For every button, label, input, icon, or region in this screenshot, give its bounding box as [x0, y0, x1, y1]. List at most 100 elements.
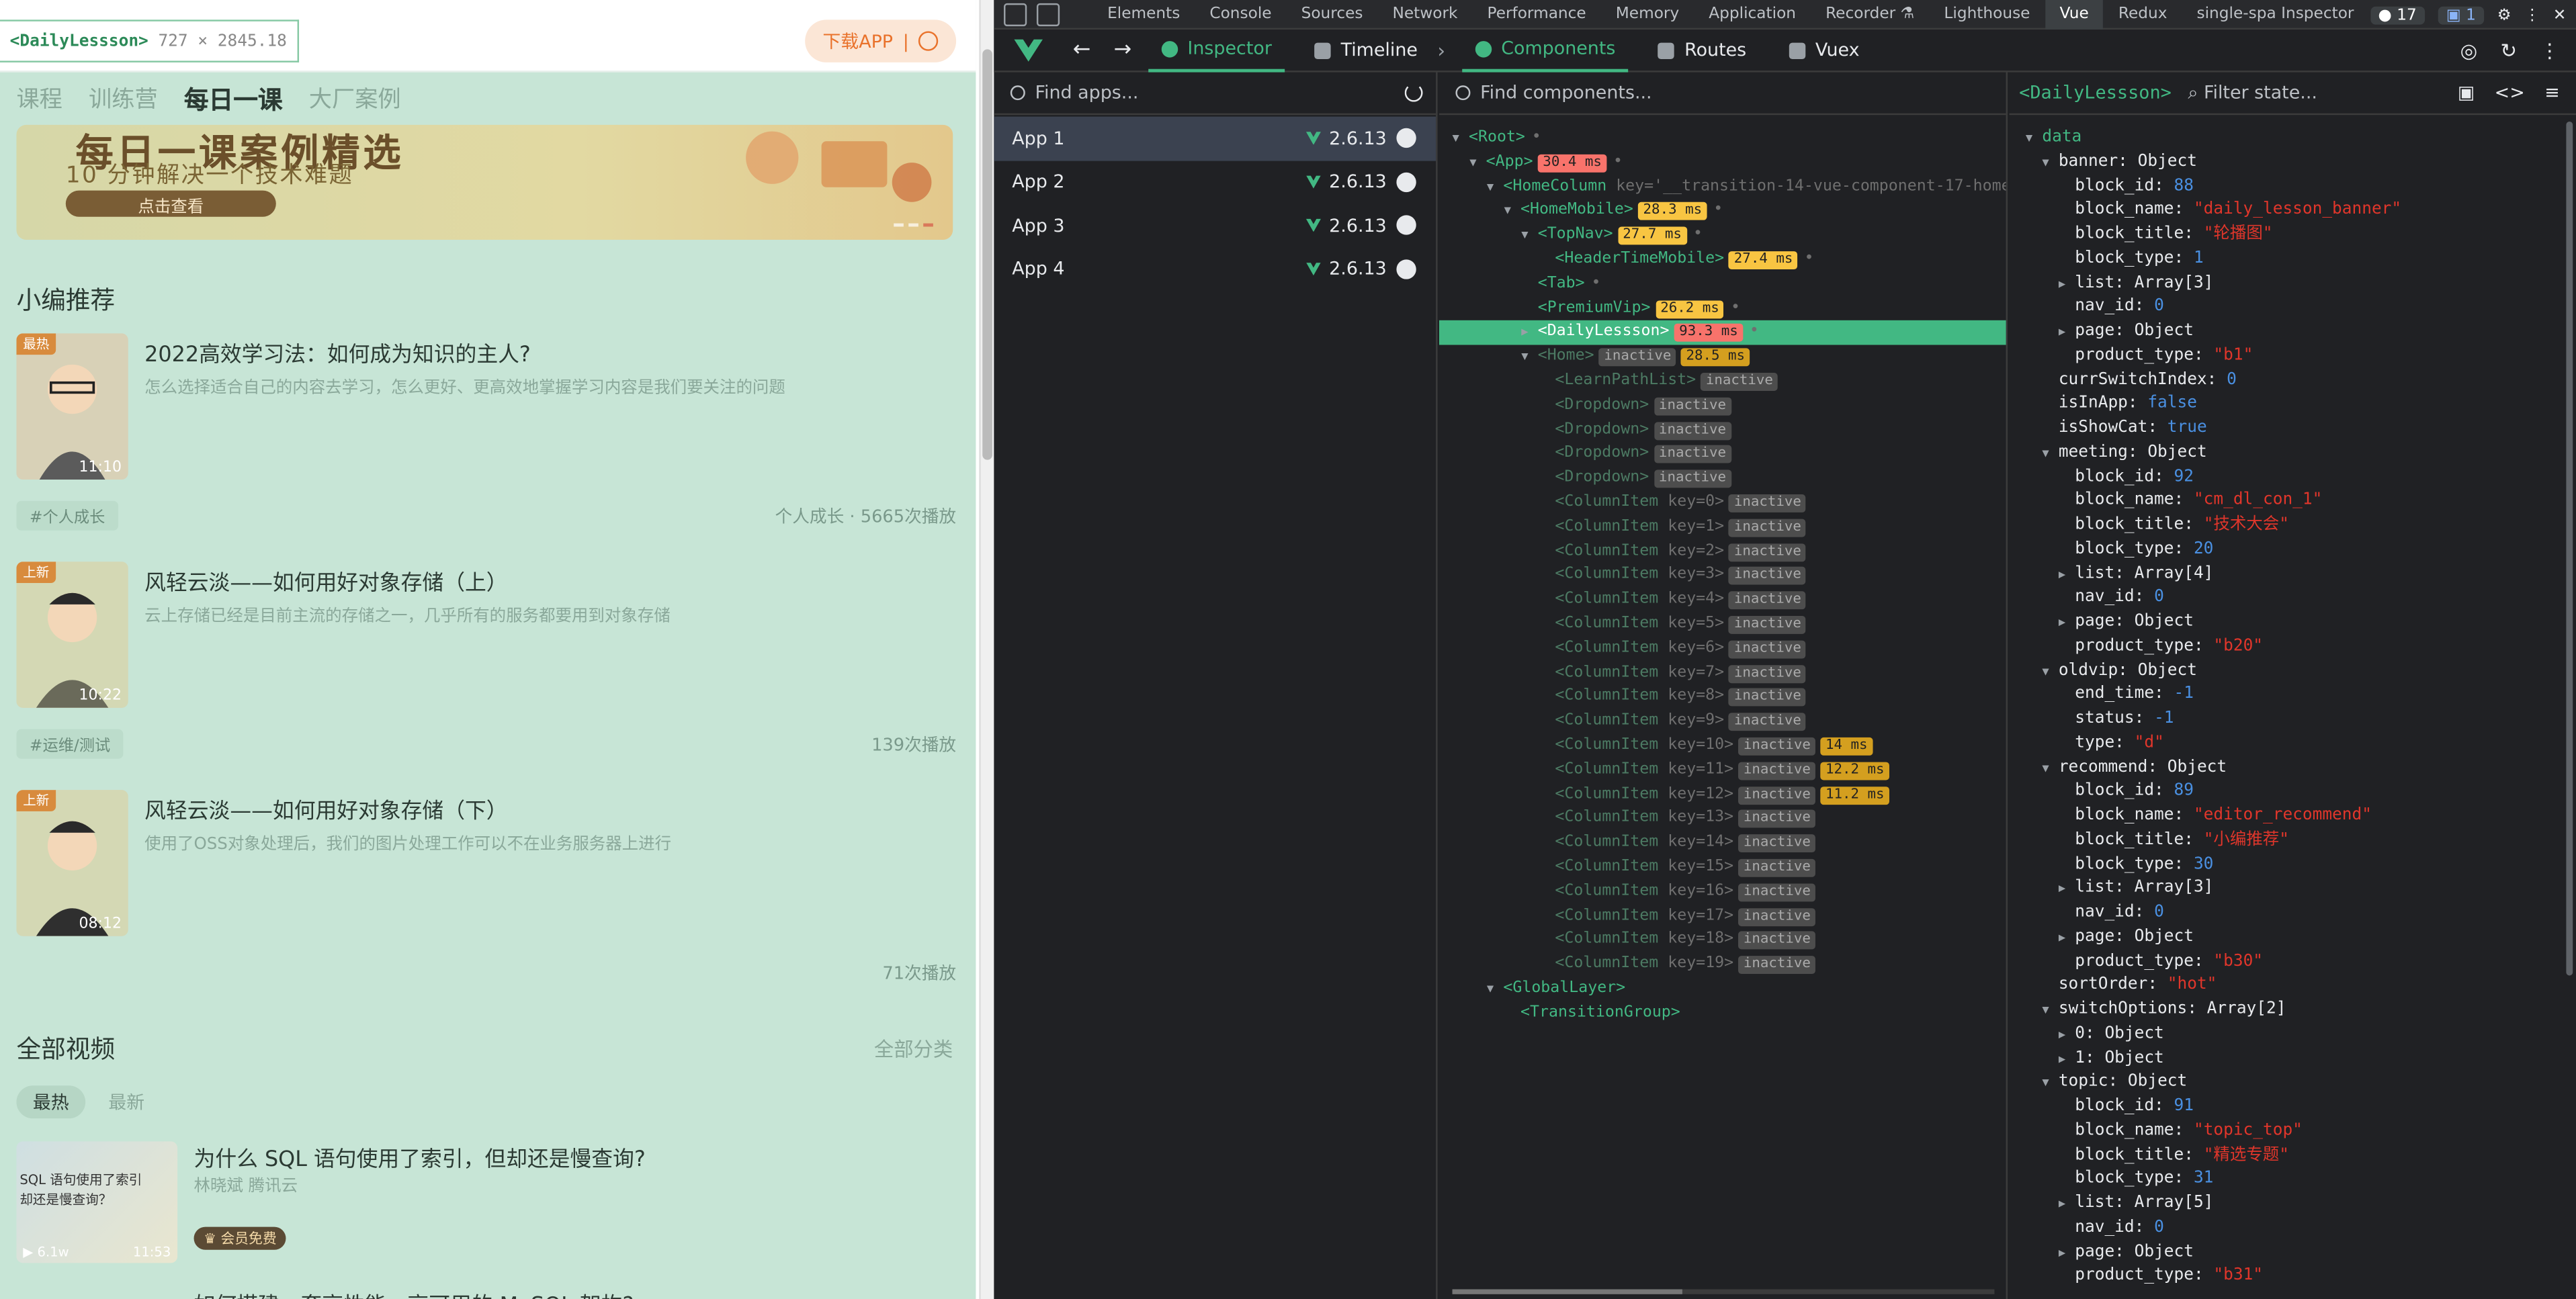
- find-components-input[interactable]: Find components...: [1480, 82, 1651, 103]
- tab-vuex[interactable]: Vuex: [1776, 29, 1873, 72]
- component-node[interactable]: <ColumnItem key=1> inactive: [1439, 515, 2006, 539]
- state-row[interactable]: ▼ oldvip: Object: [2009, 660, 2576, 684]
- state-row[interactable]: ▼ data: [2009, 126, 2576, 150]
- state-row[interactable]: ▶ 1: Object: [2009, 1047, 2576, 1071]
- state-row[interactable]: ▶ 0: Object: [2009, 1023, 2576, 1047]
- tree-arrow-icon[interactable]: ▶: [2059, 926, 2075, 950]
- tree-arrow-icon[interactable]: ▼: [1487, 977, 1503, 1001]
- state-row[interactable]: sortOrder: "hot": [2009, 975, 2576, 999]
- app-row[interactable]: App 1 2.6.13: [994, 116, 1436, 161]
- component-node[interactable]: ▼ <HomeMobile> 28.3 ms •: [1439, 199, 2006, 224]
- tree-arrow-icon[interactable]: ▶: [2059, 562, 2075, 586]
- component-node[interactable]: <TransitionGroup>: [1439, 1001, 2006, 1026]
- state-row[interactable]: ▼ topic: Object: [2009, 1071, 2576, 1095]
- component-node[interactable]: <ColumnItem key=19> inactive: [1439, 952, 2006, 977]
- devtools-tab-lighthouse[interactable]: Lighthouse: [1929, 0, 2045, 29]
- tree-arrow-icon[interactable]: ▶: [2059, 611, 2075, 635]
- state-row[interactable]: block_type: 30: [2009, 853, 2576, 877]
- scroll-to-component-icon[interactable]: ▣: [2458, 82, 2475, 103]
- target-icon[interactable]: ◎: [2460, 40, 2478, 62]
- component-node[interactable]: <Dropdown> inactive: [1439, 467, 2006, 491]
- tab-routes[interactable]: Routes: [1645, 29, 1759, 72]
- info-icon[interactable]: [1396, 259, 1416, 279]
- state-row[interactable]: block_name: "cm_dl_con_1": [2009, 490, 2576, 514]
- state-row[interactable]: status: -1: [2009, 708, 2576, 732]
- tab-courses[interactable]: 课程: [16, 82, 62, 116]
- forward-icon[interactable]: →: [1114, 38, 1132, 62]
- component-node[interactable]: <ColumnItem key=14> inactive: [1439, 832, 2006, 856]
- tree-arrow-icon[interactable]: ▶: [2059, 1192, 2075, 1216]
- messages-count[interactable]: ▣ 1: [2438, 5, 2485, 24]
- info-icon[interactable]: [1396, 128, 1416, 148]
- banner-button[interactable]: 点击查看: [65, 190, 276, 217]
- component-node[interactable]: <Dropdown> inactive: [1439, 418, 2006, 442]
- component-node[interactable]: <PremiumVip> 26.2 ms •: [1439, 297, 2006, 321]
- lesson-tag[interactable]: #个人成长: [16, 500, 118, 531]
- tree-arrow-icon[interactable]: ▶: [2059, 1023, 2075, 1047]
- component-node[interactable]: <ColumnItem key=3> inactive: [1439, 564, 2006, 588]
- component-node[interactable]: <ColumnItem key=7> inactive: [1439, 661, 2006, 685]
- tree-arrow-icon[interactable]: ▼: [2042, 150, 2058, 175]
- state-row[interactable]: block_name: "topic_top": [2009, 1120, 2576, 1144]
- component-node[interactable]: <ColumnItem key=0> inactive: [1439, 491, 2006, 515]
- video-item[interactable]: SQL 语句使用了索引 却还是慢查询？ ▶ 6.1w 11:53 为什么 SQL…: [16, 1141, 956, 1263]
- state-row[interactable]: block_id: 92: [2009, 465, 2576, 490]
- component-node[interactable]: <ColumnItem key=10> inactive 14 ms: [1439, 734, 2006, 758]
- sort-hot[interactable]: 最热: [16, 1085, 86, 1119]
- state-row[interactable]: block_type: 31: [2009, 1168, 2576, 1192]
- devtools-tab-memory[interactable]: Memory: [1601, 0, 1694, 29]
- tree-arrow-icon[interactable]: ▶: [2059, 1047, 2075, 1071]
- tree-arrow-icon[interactable]: ▼: [1469, 150, 1486, 175]
- state-row[interactable]: isShowCat: true: [2009, 417, 2576, 441]
- refresh-icon[interactable]: [1404, 83, 1423, 102]
- devtools-tab-redux[interactable]: Redux: [2104, 0, 2182, 29]
- state-row[interactable]: block_title: "技术大会": [2009, 514, 2576, 538]
- component-node[interactable]: <LearnPathList> inactive: [1439, 369, 2006, 394]
- tab-cases[interactable]: 大厂案例: [309, 82, 401, 116]
- lesson-title[interactable]: 风轻云淡——如何用好对象存储（上）: [144, 565, 507, 596]
- refresh-icon[interactable]: ↻: [2500, 40, 2517, 62]
- component-node[interactable]: <ColumnItem key=13> inactive: [1439, 807, 2006, 831]
- state-row[interactable]: nav_id: 0: [2009, 296, 2576, 320]
- state-row[interactable]: product_type: "b20": [2009, 635, 2576, 660]
- component-node[interactable]: <ColumnItem key=11> inactive 12.2 ms: [1439, 758, 2006, 782]
- warnings-count[interactable]: ● 17: [2370, 5, 2425, 24]
- page-scrollbar[interactable]: [979, 0, 994, 1299]
- tree-arrow-icon[interactable]: ▼: [2042, 1071, 2058, 1095]
- state-row[interactable]: nav_id: 0: [2009, 901, 2576, 926]
- find-components-search[interactable]: Find components...: [1439, 73, 2006, 116]
- tree-arrow-icon[interactable]: ▼: [2042, 756, 2058, 780]
- tree-arrow-icon[interactable]: ▶: [1521, 321, 1537, 345]
- component-node[interactable]: <Tab> •: [1439, 272, 2006, 296]
- component-node[interactable]: ▼ <App> 30.4 ms •: [1439, 150, 2006, 175]
- state-row[interactable]: block_title: "小编推荐": [2009, 829, 2576, 853]
- component-node[interactable]: <HeaderTimeMobile> 27.4 ms •: [1439, 248, 2006, 272]
- state-row[interactable]: ▼ banner: Object: [2009, 150, 2576, 175]
- state-row[interactable]: end_time: -1: [2009, 684, 2576, 708]
- component-node[interactable]: <ColumnItem key=12> inactive 11.2 ms: [1439, 782, 2006, 807]
- tree-arrow-icon[interactable]: ▼: [2042, 660, 2058, 684]
- devtools-tab-single-spa-inspector[interactable]: single-spa Inspector: [2182, 0, 2368, 29]
- video-title[interactable]: 如何搭建一套高性能、高可用的 MySQL 架构?: [194, 1288, 634, 1299]
- state-row[interactable]: ▶ page: Object: [2009, 611, 2576, 635]
- state-row[interactable]: type: "d": [2009, 732, 2576, 756]
- tree-arrow-icon[interactable]: ▼: [1521, 224, 1537, 248]
- lesson-tag[interactable]: #运维/测试: [16, 729, 124, 759]
- all-categories-link[interactable]: 全部分类: [874, 1034, 953, 1063]
- tree-arrow-icon[interactable]: ▶: [2059, 272, 2075, 296]
- devtools-tab-elements[interactable]: Elements: [1092, 0, 1195, 29]
- component-node[interactable]: ▼ <HomeColumn key='__transition-14-vue-co…: [1439, 175, 2006, 199]
- component-node[interactable]: <ColumnItem key=18> inactive: [1439, 928, 2006, 952]
- filter-state-input[interactable]: ⌕ Filter state...: [2188, 81, 2317, 104]
- devtools-tab-network[interactable]: Network: [1377, 0, 1472, 29]
- tree-arrow-icon[interactable]: ▼: [2042, 999, 2058, 1023]
- tab-components[interactable]: Components: [1461, 29, 1629, 72]
- more-icon[interactable]: ⋮: [2524, 6, 2540, 24]
- component-node[interactable]: <ColumnItem key=2> inactive: [1439, 539, 2006, 564]
- devtools-tab-vue[interactable]: Vue: [2045, 0, 2104, 29]
- component-node[interactable]: ▼ <Home> inactive 28.5 ms: [1439, 345, 2006, 369]
- user-icon[interactable]: [918, 31, 939, 51]
- video-title[interactable]: 为什么 SQL 语句使用了索引，但却还是慢查询?: [194, 1141, 646, 1173]
- state-row[interactable]: block_name: "daily_lesson_banner": [2009, 199, 2576, 223]
- tree-arrow-icon[interactable]: ▼: [1521, 345, 1537, 369]
